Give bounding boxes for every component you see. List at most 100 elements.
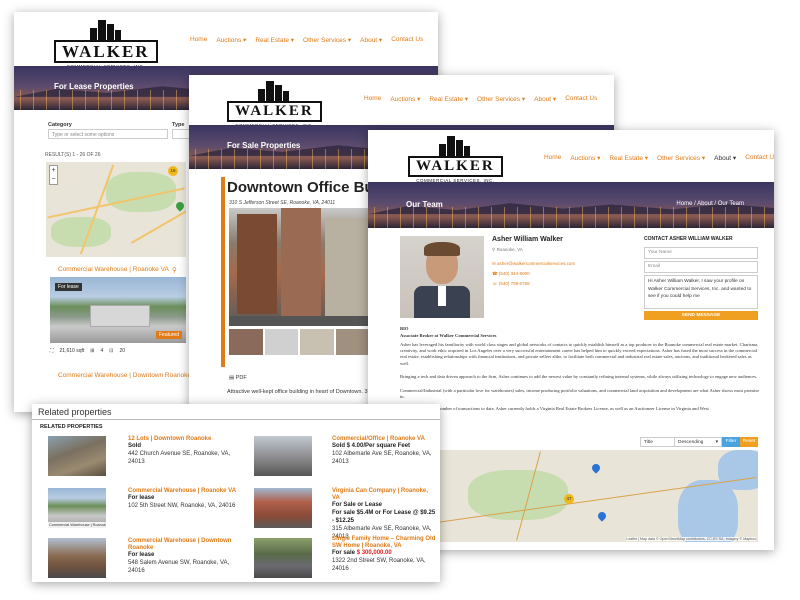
car-icon: ⊡ xyxy=(109,348,114,354)
category-select[interactable]: Type or select some options xyxy=(48,129,168,139)
send-message-button[interactable]: SEND MESSAGE xyxy=(644,311,758,320)
related-item[interactable]: Commercial Warehouse | Roanoke VA For le… xyxy=(128,488,238,511)
listing-title[interactable]: Commercial Warehouse | Roanoke VA xyxy=(58,266,169,273)
related-item[interactable]: Single Family Home – Charming Old SW Hom… xyxy=(332,536,436,574)
nav-home[interactable]: Home xyxy=(544,154,561,162)
related-price: For sale $5.4M or For Lease @ $9.25 - $1… xyxy=(332,510,436,524)
for-lease-badge: For lease xyxy=(55,283,82,291)
nav-real-estate[interactable]: Real Estate ▾ xyxy=(429,95,468,103)
email-input[interactable]: Email xyxy=(644,261,758,273)
reset-button[interactable]: Reset xyxy=(740,437,758,447)
thumbnail[interactable] xyxy=(264,329,298,355)
nav-about[interactable]: About ▾ xyxy=(714,154,736,162)
message-textarea[interactable]: Hi Asher William Walker, I saw your prof… xyxy=(644,275,758,309)
related-photo[interactable]: Commercial Warehouse | Roanoke VA xyxy=(48,488,106,528)
related-item[interactable]: Virginia Can Company | Roanoke, VA For S… xyxy=(332,488,436,541)
bio-label: BIO xyxy=(400,326,409,331)
related-item[interactable]: 12 Lots | Downtown Roanoke Sold 442 Chur… xyxy=(128,436,238,467)
filter-button[interactable]: Filter xyxy=(722,437,740,447)
nav-other-services[interactable]: Other Services ▾ xyxy=(657,154,705,162)
related-address: 548 Salem Avenue SW, Roanoke, VA, 24016 xyxy=(128,560,230,574)
agent-email[interactable]: ✉ asher@walkercommercialservices.com xyxy=(492,261,575,267)
brand-logo[interactable]: WALKER COMMERCIAL SERVICES, INC. REAL ES… xyxy=(408,134,503,187)
nav-contact[interactable]: Contact Us xyxy=(565,95,597,103)
related-title[interactable]: Commercial Warehouse | Downtown Roanoke xyxy=(128,538,238,552)
nav-real-estate[interactable]: Real Estate ▾ xyxy=(255,36,294,44)
map-pin-icon[interactable] xyxy=(590,462,602,474)
building-icon xyxy=(84,18,128,40)
nav-about[interactable]: About ▾ xyxy=(360,36,382,44)
listing-photo[interactable]: For lease Featured xyxy=(50,277,186,343)
bio-paragraph-4: number of transactions to date, Asher cu… xyxy=(438,406,709,411)
zoom-control[interactable]: + − xyxy=(49,165,58,185)
type-label: Type xyxy=(172,122,185,128)
related-price: $ 300,000.00 xyxy=(356,550,392,557)
nav-auctions[interactable]: Auctions ▾ xyxy=(216,36,246,44)
related-title[interactable]: Commercial/Office | Roanoke VA xyxy=(332,436,436,443)
category-label: Category xyxy=(48,122,72,128)
agent-location: ⚲ Roanoke, VA xyxy=(492,247,523,252)
nav-auctions[interactable]: Auctions ▾ xyxy=(570,154,600,162)
related-photo[interactable] xyxy=(48,436,106,476)
main-nav: Home Auctions ▾ Real Estate ▾ Other Serv… xyxy=(544,154,774,162)
related-photo[interactable] xyxy=(48,538,106,578)
nav-home[interactable]: Home xyxy=(364,95,381,103)
agent-phone-1[interactable]: ☎ (540) 344-6000 xyxy=(492,271,530,277)
related-item[interactable]: Commercial/Office | Roanoke VA Sold $ 4.… xyxy=(332,436,436,467)
property-address: 310 S Jefferson Street SE, Roanoke, VA, … xyxy=(229,200,336,206)
location-icon: ⚲ xyxy=(492,247,496,252)
thumbnail[interactable] xyxy=(300,329,334,355)
nav-contact[interactable]: Contact Us xyxy=(391,36,423,44)
related-title[interactable]: Virginia Can Company | Roanoke, VA xyxy=(332,488,436,502)
related-photo[interactable] xyxy=(254,488,312,528)
main-nav: Home Auctions ▾ Real Estate ▾ Other Serv… xyxy=(190,36,423,44)
pdf-icon: ▤ xyxy=(229,375,235,381)
nav-about[interactable]: About ▾ xyxy=(534,95,556,103)
related-item[interactable]: Commercial Warehouse | Downtown Roanoke … xyxy=(128,538,238,576)
thumbnail[interactable] xyxy=(335,329,369,355)
name-input[interactable]: Your Name xyxy=(644,247,758,259)
nav-other-services[interactable]: Other Services ▾ xyxy=(477,95,525,103)
related-address: 102 5th Street NW, Roanoke, VA, 24016 xyxy=(128,502,236,509)
bio-paragraph-1: Asher has leveraged his familiarity with… xyxy=(400,342,759,366)
brand-name: WALKER xyxy=(408,156,503,177)
brand-logo[interactable]: WALKER COMMERCIAL SERVICES, INC. REAL ES… xyxy=(54,18,158,73)
related-title[interactable]: Single Family Home – Charming Old SW Hom… xyxy=(332,536,436,550)
related-title[interactable]: 12 Lots | Downtown Roanoke xyxy=(128,436,238,443)
area-icon: ⛶ xyxy=(50,348,54,354)
accent-bar xyxy=(221,177,225,367)
location-pin-icon: ⚲ xyxy=(172,267,177,274)
related-photo[interactable] xyxy=(254,538,312,578)
nav-other-services[interactable]: Other Services ▾ xyxy=(303,36,351,44)
related-address: 102 Albemarle Ave SE, Roanoke, VA, 24013 xyxy=(332,450,432,465)
lease-map[interactable]: + − 18 xyxy=(46,162,186,257)
related-status: For lease xyxy=(128,552,155,559)
phone-icon: ☎ xyxy=(492,271,498,276)
related-status: For Sale or Lease xyxy=(332,502,383,509)
nav-real-estate[interactable]: Real Estate ▾ xyxy=(609,154,648,162)
property-photo[interactable] xyxy=(229,208,369,326)
map-cluster[interactable]: 47 xyxy=(564,494,574,504)
thumbnail[interactable] xyxy=(229,329,263,355)
pdf-link[interactable]: ▤ PDF xyxy=(229,375,247,381)
property-heading: Downtown Office Buil xyxy=(227,179,382,196)
listing-title-2[interactable]: Commercial Warehouse | Downtown Roanoke xyxy=(58,372,191,379)
related-title[interactable]: Commercial Warehouse | Roanoke VA xyxy=(128,488,238,495)
related-status: Sold xyxy=(128,443,141,450)
agent-photo xyxy=(400,236,484,318)
divider xyxy=(32,419,440,420)
nav-contact[interactable]: Contact Us xyxy=(745,154,774,162)
nav-auctions[interactable]: Auctions ▾ xyxy=(390,95,420,103)
map-pin-icon[interactable] xyxy=(596,510,608,522)
nav-home[interactable]: Home xyxy=(190,36,207,44)
map-cluster[interactable]: 18 xyxy=(168,166,178,176)
page-title: For Lease Properties xyxy=(54,82,134,91)
brand-name: WALKER xyxy=(227,101,322,122)
sort-order-select[interactable]: Descending ▾ xyxy=(674,437,722,447)
thumbnail-strip xyxy=(229,329,369,355)
building-icon xyxy=(252,79,296,101)
properties-map[interactable]: 47 Leaflet | Map data © OpenStreetMap co… xyxy=(428,450,758,542)
related-photo[interactable] xyxy=(254,436,312,476)
bio-paragraph-2: Bringing a tech and data driven approach… xyxy=(400,374,758,379)
agent-phone-2[interactable]: ☏ (540) 798-0769 xyxy=(492,281,530,287)
